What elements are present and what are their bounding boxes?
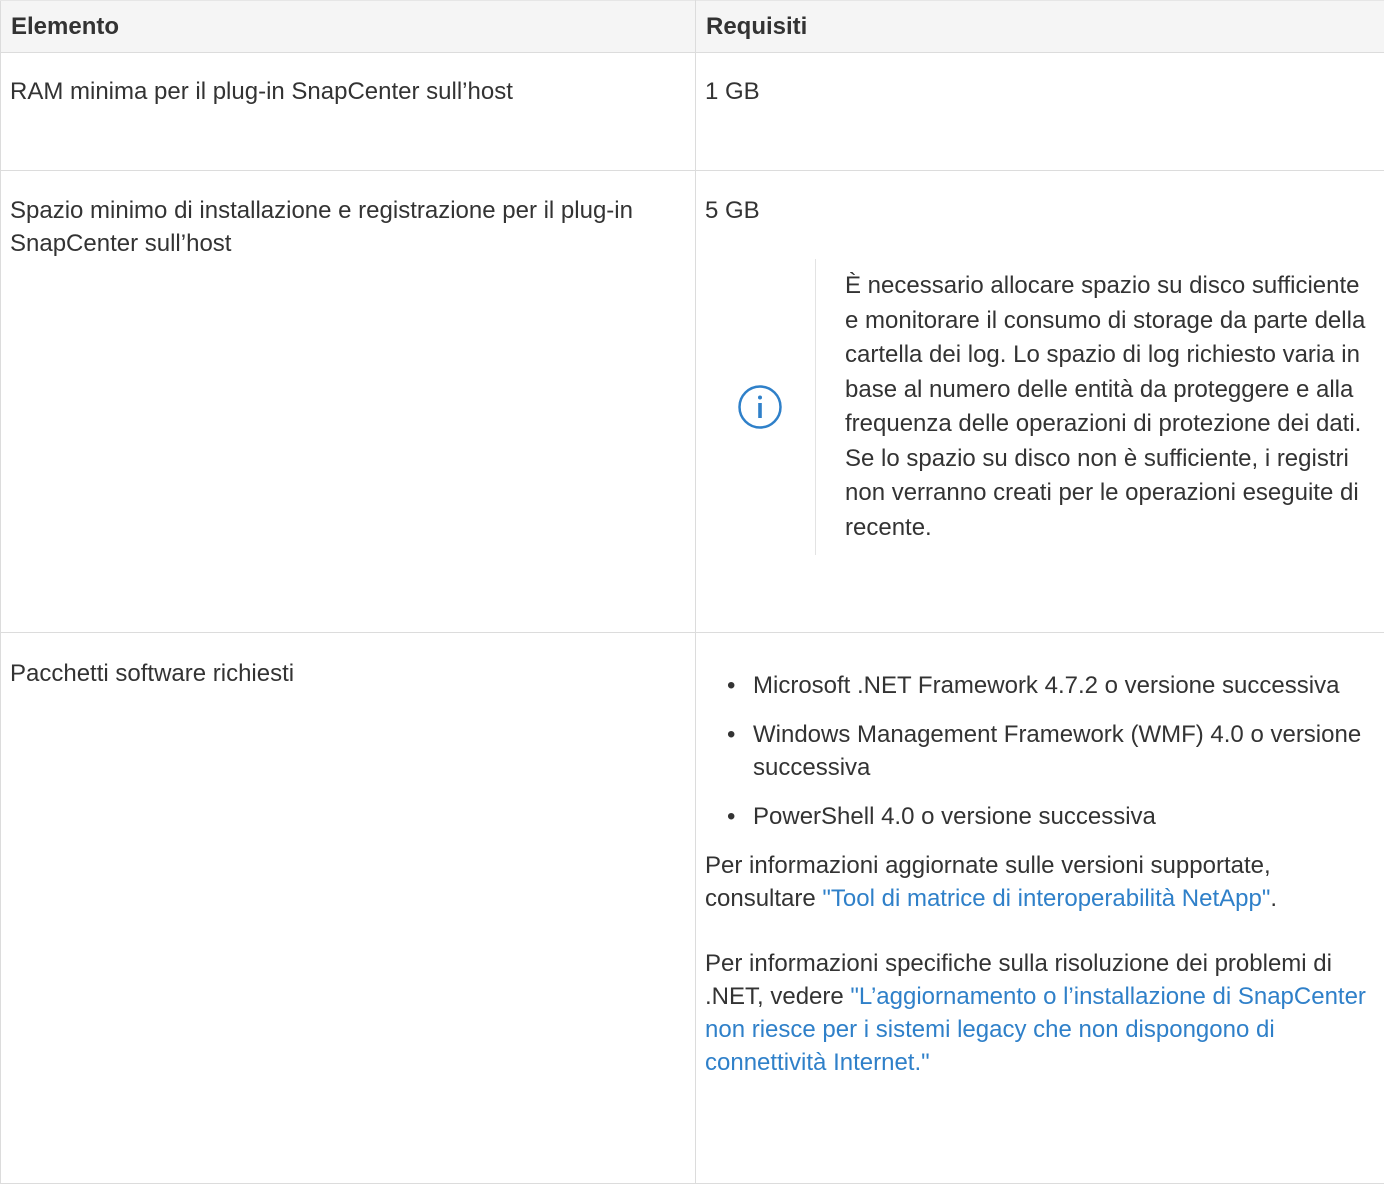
info-note: È necessario allocare spazio su disco su… — [705, 259, 1370, 555]
table-header-row: Elemento Requisiti — [1, 1, 1384, 53]
table-row: Spazio minimo di installazione e registr… — [1, 171, 1384, 633]
packages-list: Microsoft .NET Framework 4.7.2 o version… — [705, 669, 1370, 833]
column-header-requisiti: Requisiti — [696, 1, 1384, 53]
row-item-ram: RAM minima per il plug-in SnapCenter sul… — [1, 53, 696, 171]
row-value-ram: 1 GB — [696, 53, 1384, 171]
info-note-icon-wrap — [705, 259, 815, 555]
table-row: Pacchetti software richiesti Microsoft .… — [1, 633, 1384, 1184]
row-value-space: 5 GB — [705, 194, 1370, 227]
troubleshoot-paragraph: Per informazioni specifiche sulla risolu… — [705, 947, 1370, 1079]
table-row: RAM minima per il plug-in SnapCenter sul… — [1, 53, 1384, 171]
row-value-packages-cell: Microsoft .NET Framework 4.7.2 o version… — [696, 633, 1384, 1184]
list-item: Windows Management Framework (WMF) 4.0 o… — [727, 718, 1370, 784]
row-value-space-cell: 5 GB È necessario allocare spazio su dis… — [696, 171, 1384, 633]
row-item-space: Spazio minimo di installazione e registr… — [1, 171, 696, 633]
requirements-table: Elemento Requisiti RAM minima per il plu… — [0, 0, 1384, 1184]
interop-after: . — [1270, 885, 1277, 912]
info-circle-icon — [737, 384, 783, 430]
info-note-text: È necessario allocare spazio su disco su… — [815, 259, 1370, 555]
column-header-elemento: Elemento — [1, 1, 696, 53]
row-item-packages: Pacchetti software richiesti — [1, 633, 696, 1184]
interop-paragraph: Per informazioni aggiornate sulle versio… — [705, 849, 1370, 915]
list-item: Microsoft .NET Framework 4.7.2 o version… — [727, 669, 1370, 702]
interop-matrix-link[interactable]: "Tool di matrice di interoperabilità Net… — [822, 885, 1270, 912]
list-item: PowerShell 4.0 o versione successiva — [727, 800, 1370, 833]
